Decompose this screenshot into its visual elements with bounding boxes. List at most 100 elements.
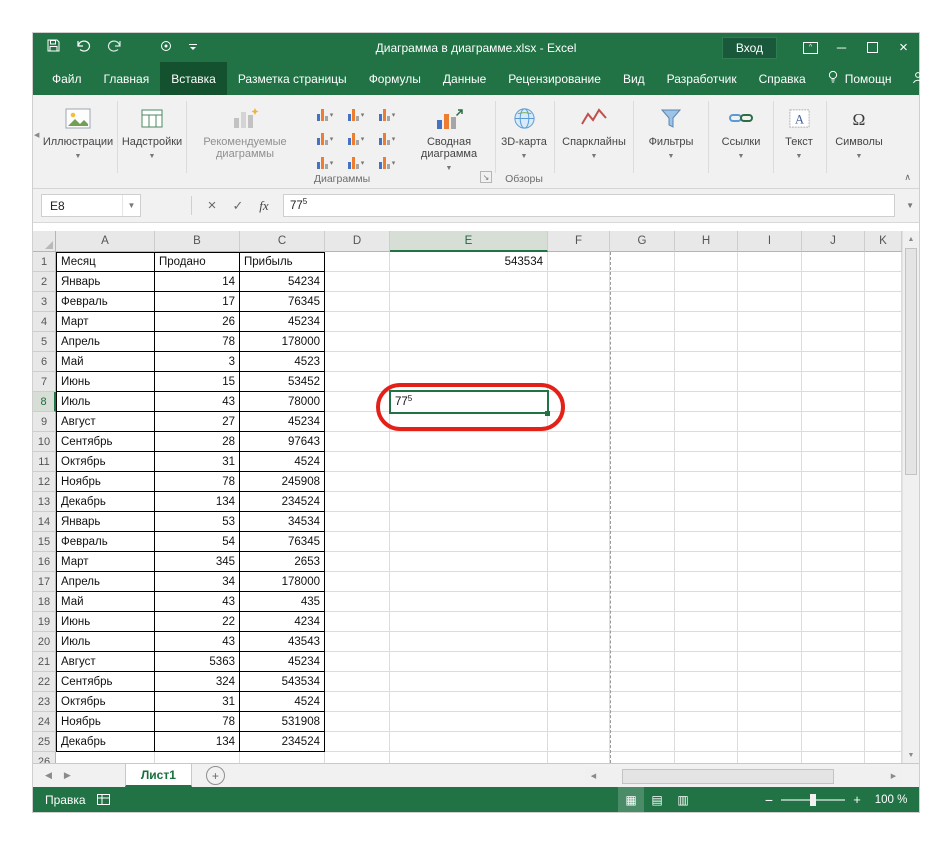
cell-H5[interactable] <box>675 332 738 352</box>
cell-D4[interactable] <box>325 312 390 332</box>
cell-D25[interactable] <box>325 732 390 752</box>
cell-H2[interactable] <box>675 272 738 292</box>
cell-K19[interactable] <box>865 612 902 632</box>
cell-C1[interactable]: Прибыль <box>240 252 325 272</box>
ribbon-tab-view[interactable]: Вид <box>612 62 656 95</box>
horizontal-scrollbar[interactable]: ◀ ▶ <box>585 767 902 785</box>
cell-A3[interactable]: Февраль <box>56 292 155 312</box>
cell-A21[interactable]: Август <box>56 652 155 672</box>
cell-C10[interactable]: 97643 <box>240 432 325 452</box>
row-header-10[interactable]: 10 <box>33 432 56 452</box>
cell-C13[interactable]: 234524 <box>240 492 325 512</box>
formula-input[interactable]: 77 5 <box>283 194 895 217</box>
pivot-chart-button[interactable]: Сводная диаграмма ▼ <box>405 99 493 181</box>
cell-A13[interactable]: Декабрь <box>56 492 155 512</box>
cell-H23[interactable] <box>675 692 738 712</box>
cell-H13[interactable] <box>675 492 738 512</box>
cell-J19[interactable] <box>802 612 865 632</box>
cell-I2[interactable] <box>738 272 802 292</box>
cell-J10[interactable] <box>802 432 865 452</box>
column-header-F[interactable]: F <box>548 231 610 252</box>
cell-J23[interactable] <box>802 692 865 712</box>
cell-H14[interactable] <box>675 512 738 532</box>
area-chart-button[interactable]: ▾ <box>341 127 371 150</box>
cell-H22[interactable] <box>675 672 738 692</box>
cell-B22[interactable]: 324 <box>155 672 240 692</box>
cell-D26[interactable] <box>325 752 390 763</box>
collapse-ribbon-icon[interactable]: ∧ <box>904 172 911 183</box>
row-header-3[interactable]: 3 <box>33 292 56 312</box>
cell-E6[interactable] <box>390 352 548 372</box>
cancel-button[interactable]: × <box>199 194 225 217</box>
cell-F23[interactable] <box>548 692 610 712</box>
cell-D2[interactable] <box>325 272 390 292</box>
cell-D8[interactable] <box>325 392 390 412</box>
cell-J1[interactable] <box>802 252 865 272</box>
cell-G10[interactable] <box>610 432 675 452</box>
cell-J22[interactable] <box>802 672 865 692</box>
cell-A2[interactable]: Январь <box>56 272 155 292</box>
cell-B19[interactable]: 22 <box>155 612 240 632</box>
ribbon-scroll-left-icon[interactable]: ◀ <box>34 131 39 139</box>
scroll-right-icon[interactable]: ▶ <box>885 767 902 785</box>
cell-A9[interactable]: Август <box>56 412 155 432</box>
cell-I11[interactable] <box>738 452 802 472</box>
cell-F12[interactable] <box>548 472 610 492</box>
cell-K25[interactable] <box>865 732 902 752</box>
row-header-18[interactable]: 18 <box>33 592 56 612</box>
cell-C18[interactable]: 435 <box>240 592 325 612</box>
cell-D17[interactable] <box>325 572 390 592</box>
cell-A26[interactable] <box>56 752 155 763</box>
cell-G4[interactable] <box>610 312 675 332</box>
combo-chart-button[interactable]: ▾ <box>372 151 402 174</box>
zoom-out-button[interactable]: − <box>759 787 779 812</box>
cell-K15[interactable] <box>865 532 902 552</box>
cell-I13[interactable] <box>738 492 802 512</box>
cell-C19[interactable]: 4234 <box>240 612 325 632</box>
cell-B9[interactable]: 27 <box>155 412 240 432</box>
cell-G18[interactable] <box>610 592 675 612</box>
text-button[interactable]: А Текст ▼ <box>775 99 823 181</box>
cell-C4[interactable]: 45234 <box>240 312 325 332</box>
cell-G16[interactable] <box>610 552 675 572</box>
scroll-down-icon[interactable]: ▼ <box>903 747 919 763</box>
cell-C25[interactable]: 234524 <box>240 732 325 752</box>
cell-F21[interactable] <box>548 652 610 672</box>
cell-B13[interactable]: 134 <box>155 492 240 512</box>
row-header-5[interactable]: 5 <box>33 332 56 352</box>
cell-K2[interactable] <box>865 272 902 292</box>
cell-E24[interactable] <box>390 712 548 732</box>
cell-E2[interactable] <box>390 272 548 292</box>
cell-D7[interactable] <box>325 372 390 392</box>
cell-K16[interactable] <box>865 552 902 572</box>
cell-H12[interactable] <box>675 472 738 492</box>
sparklines-button[interactable]: Спарклайны ▼ <box>560 99 628 181</box>
redo-icon[interactable] <box>107 39 122 57</box>
cell-B8[interactable]: 43 <box>155 392 240 412</box>
cell-E3[interactable] <box>390 292 548 312</box>
cell-A12[interactable]: Ноябрь <box>56 472 155 492</box>
cell-A22[interactable]: Сентябрь <box>56 672 155 692</box>
cell-H19[interactable] <box>675 612 738 632</box>
row-header-14[interactable]: 14 <box>33 512 56 532</box>
cell-C24[interactable]: 531908 <box>240 712 325 732</box>
cell-H24[interactable] <box>675 712 738 732</box>
minimize-button[interactable]: ─ <box>826 33 857 62</box>
cell-D15[interactable] <box>325 532 390 552</box>
row-header-1[interactable]: 1 <box>33 252 56 272</box>
cell-K20[interactable] <box>865 632 902 652</box>
row-header-11[interactable]: 11 <box>33 452 56 472</box>
sheet-nav-right-icon[interactable]: ▶ <box>64 770 71 781</box>
cell-K14[interactable] <box>865 512 902 532</box>
cell-G14[interactable] <box>610 512 675 532</box>
cell-J11[interactable] <box>802 452 865 472</box>
cell-B25[interactable]: 134 <box>155 732 240 752</box>
ribbon-tab-page-layout[interactable]: Разметка страницы <box>227 62 358 95</box>
cell-E21[interactable] <box>390 652 548 672</box>
cell-G9[interactable] <box>610 412 675 432</box>
cell-I3[interactable] <box>738 292 802 312</box>
cell-J6[interactable] <box>802 352 865 372</box>
column-chart-button[interactable]: ▾ <box>310 103 340 126</box>
cell-B26[interactable] <box>155 752 240 763</box>
cell-F6[interactable] <box>548 352 610 372</box>
